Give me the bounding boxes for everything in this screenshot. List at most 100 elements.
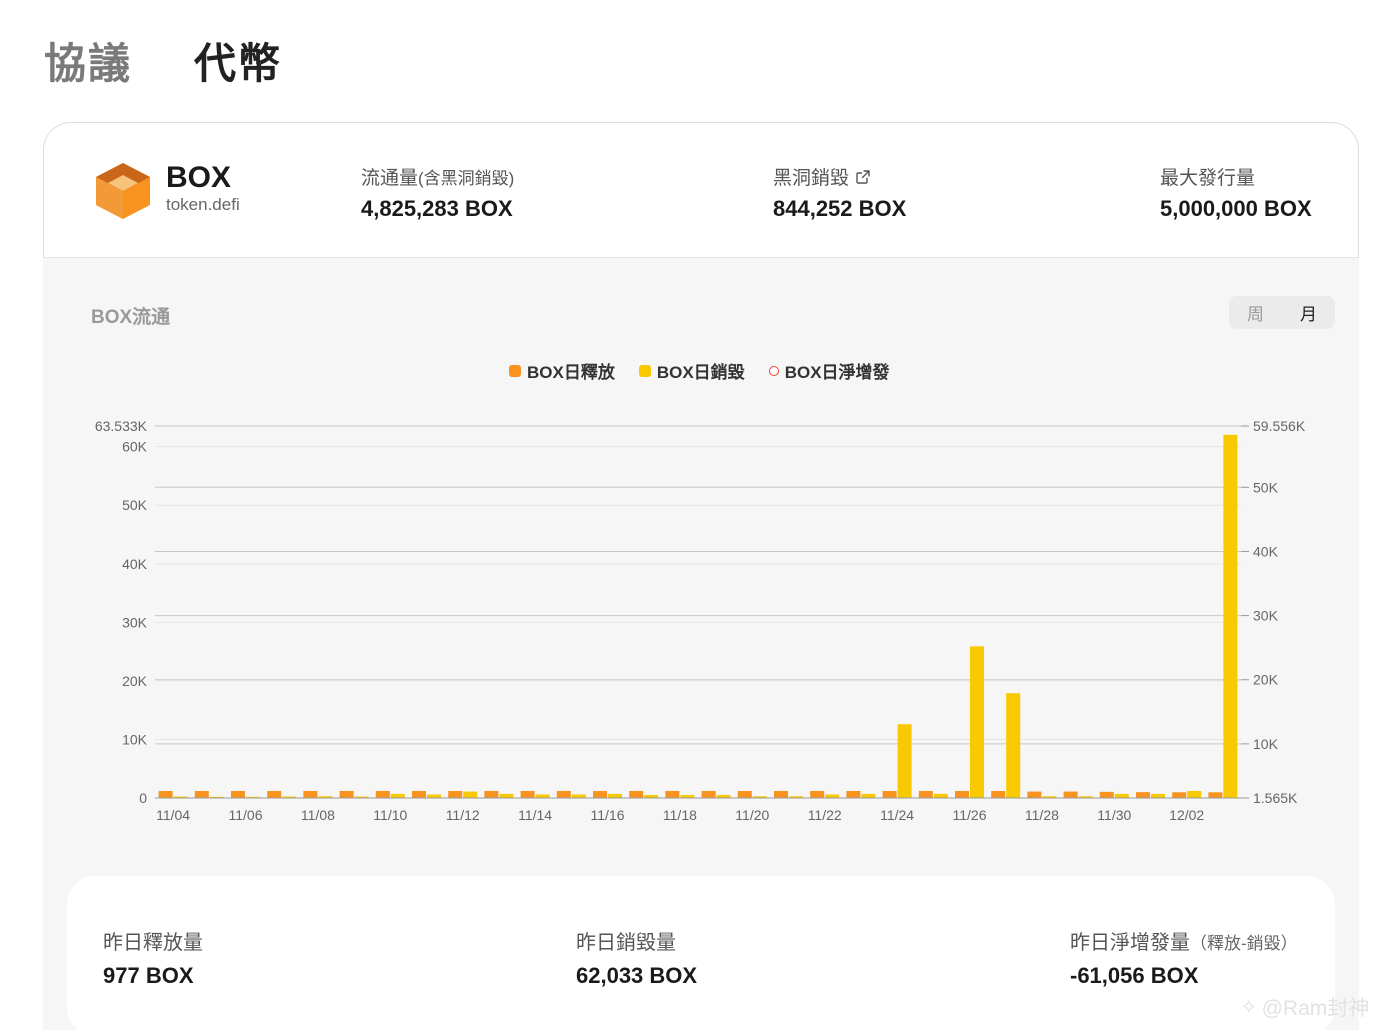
release-bar xyxy=(412,790,426,798)
y-right-tick-label: 40K xyxy=(1253,543,1279,559)
release-bar xyxy=(231,790,245,798)
burn-bar xyxy=(1223,434,1238,798)
burn-bar xyxy=(608,793,622,798)
burn-bar xyxy=(933,793,948,798)
release-bar xyxy=(1136,792,1150,798)
yesterday-burn: 昨日銷毀量 62,033 BOX xyxy=(576,926,697,989)
burn-bar xyxy=(825,794,840,798)
x-tick-label: 11/14 xyxy=(518,807,552,823)
y-right-tick-label: 10K xyxy=(1253,736,1279,752)
x-tick-label: 11/20 xyxy=(735,807,769,823)
y-left-tick-label: 0 xyxy=(139,790,147,806)
release-bar xyxy=(1027,791,1042,798)
yesterday-release-label: 昨日釋放量 xyxy=(103,932,203,954)
y-right-tick-label: 1.565K xyxy=(1253,790,1298,806)
burn-bar xyxy=(390,793,405,798)
y-left-tick-label: 40K xyxy=(122,556,148,572)
x-tick-label: 11/18 xyxy=(663,807,697,823)
release-bar xyxy=(737,790,752,798)
y-left-tick-label: 30K xyxy=(122,614,148,630)
burn-bar xyxy=(535,794,550,798)
burn-bar xyxy=(1187,790,1202,798)
circulation-value: 4,825,283 BOX xyxy=(361,196,513,221)
burn-bar xyxy=(571,794,586,798)
y-right-tick-label: 50K xyxy=(1253,479,1279,495)
release-bar xyxy=(303,790,318,798)
y-left-tick-label: 20K xyxy=(122,673,148,689)
release-bar xyxy=(339,790,354,798)
x-tick-label: 11/08 xyxy=(301,807,335,823)
y-right-tick-label: 59.556K xyxy=(1253,418,1306,434)
burn-bar xyxy=(861,793,876,798)
blackhole-burn-label: 黑洞銷毀 xyxy=(773,163,906,190)
token-contract: token.defi xyxy=(166,195,240,214)
circulation-note: (含黑洞銷毀) xyxy=(418,169,515,188)
circulation-stat: 流通量 (含黑洞銷毀) 4,825,283 BOX xyxy=(361,163,514,222)
yesterday-net: 昨日淨增發量（釋放-銷毀） -61,056 BOX xyxy=(1070,926,1298,989)
circulation-bar-chart: 0 10K 20K 30K 40K 50K 60K 63.533K 1.565K 10K 20K 30… xyxy=(95,418,1306,823)
y-left-tick-label: 63.533K xyxy=(95,418,148,434)
yesterday-release: 昨日釋放量 977 BOX xyxy=(103,926,203,989)
circulation-label: 流通量 (含黑洞銷毀) xyxy=(361,163,514,190)
yesterday-summary-card: 昨日釋放量 977 BOX 昨日銷毀量 62,033 BOX 昨日淨增發量（釋放… xyxy=(67,876,1335,1036)
release-bar xyxy=(1208,792,1223,798)
release-bar xyxy=(918,790,933,798)
burn-bar xyxy=(1114,793,1129,798)
release-bar xyxy=(484,790,499,798)
burn-bar xyxy=(1006,693,1021,798)
burn-bar xyxy=(1151,793,1165,798)
release-bar xyxy=(846,790,861,798)
x-tick-label: 11/04 xyxy=(156,807,190,823)
max-supply-stat: 最大發行量 5,000,000 BOX xyxy=(1160,163,1312,222)
blackhole-burn-stat: 黑洞銷毀 844,252 BOX xyxy=(773,163,906,222)
release-bar xyxy=(267,790,282,798)
release-bar xyxy=(1063,791,1078,798)
release-bar xyxy=(629,790,644,798)
max-supply-label: 最大發行量 xyxy=(1160,168,1256,189)
box-logo-icon xyxy=(96,163,150,219)
watermark-logo-icon: ✧ xyxy=(1240,995,1258,1019)
y-left-tick-label: 10K xyxy=(122,731,148,747)
release-bar xyxy=(701,790,716,798)
x-tick-label: 12/02 xyxy=(1169,807,1204,823)
circulation-chart-panel: BOX流通 周 月 BOX日釋放 BOX日銷毀 BOX日淨增發 0 10K 20K 3… xyxy=(43,257,1359,1036)
y-right-tick-label: 30K xyxy=(1253,608,1279,624)
tab-protocol[interactable]: 協議 xyxy=(44,30,132,91)
watermark-text: @Ram封神 xyxy=(1261,997,1370,1020)
tab-token[interactable]: 代幣 xyxy=(194,30,282,91)
blackhole-burn-value: 844,252 BOX xyxy=(773,196,907,221)
top-tabs: 協議 代幣 xyxy=(44,30,282,91)
release-bar xyxy=(520,790,535,798)
external-link-icon[interactable] xyxy=(855,169,871,185)
release-bar xyxy=(448,790,463,798)
release-bar xyxy=(955,790,969,798)
release-bar xyxy=(1099,791,1114,798)
x-tick-label: 11/22 xyxy=(808,807,842,823)
x-tick-label: 11/10 xyxy=(373,807,407,823)
release-bar xyxy=(158,790,173,798)
release-bar xyxy=(774,790,788,798)
burn-bar xyxy=(970,646,984,798)
release-bar xyxy=(810,790,825,798)
x-tick-label: 11/06 xyxy=(229,807,263,823)
release-bar xyxy=(194,790,209,798)
token-symbol: BOX xyxy=(166,161,232,194)
x-tick-label: 11/30 xyxy=(1097,807,1131,823)
burn-bar xyxy=(897,724,912,798)
x-tick-label: 11/16 xyxy=(591,807,625,823)
yesterday-burn-label: 昨日銷毀量 xyxy=(576,932,676,954)
y-left-tick-label: 60K xyxy=(122,439,148,455)
y-right-tick-label: 20K xyxy=(1253,672,1279,688)
watermark: ✧ @Ram封神 xyxy=(1240,992,1369,1022)
release-bar xyxy=(991,790,1006,798)
yesterday-release-value: 977 BOX xyxy=(103,963,194,988)
yesterday-net-value: -61,056 BOX xyxy=(1070,963,1199,988)
yesterday-net-note: （釋放-銷毀） xyxy=(1190,934,1298,953)
burn-bar xyxy=(427,794,441,798)
token-info-card: BOX token.defi 流通量 (含黑洞銷毀) 4,825,283 BOX … xyxy=(43,122,1359,257)
yesterday-net-label: 昨日淨增發量（釋放-銷毀） xyxy=(1070,932,1298,954)
burn-bar xyxy=(499,793,514,798)
x-tick-label: 11/24 xyxy=(880,807,914,823)
yesterday-burn-value: 62,033 BOX xyxy=(576,963,698,988)
release-bar xyxy=(882,790,897,798)
